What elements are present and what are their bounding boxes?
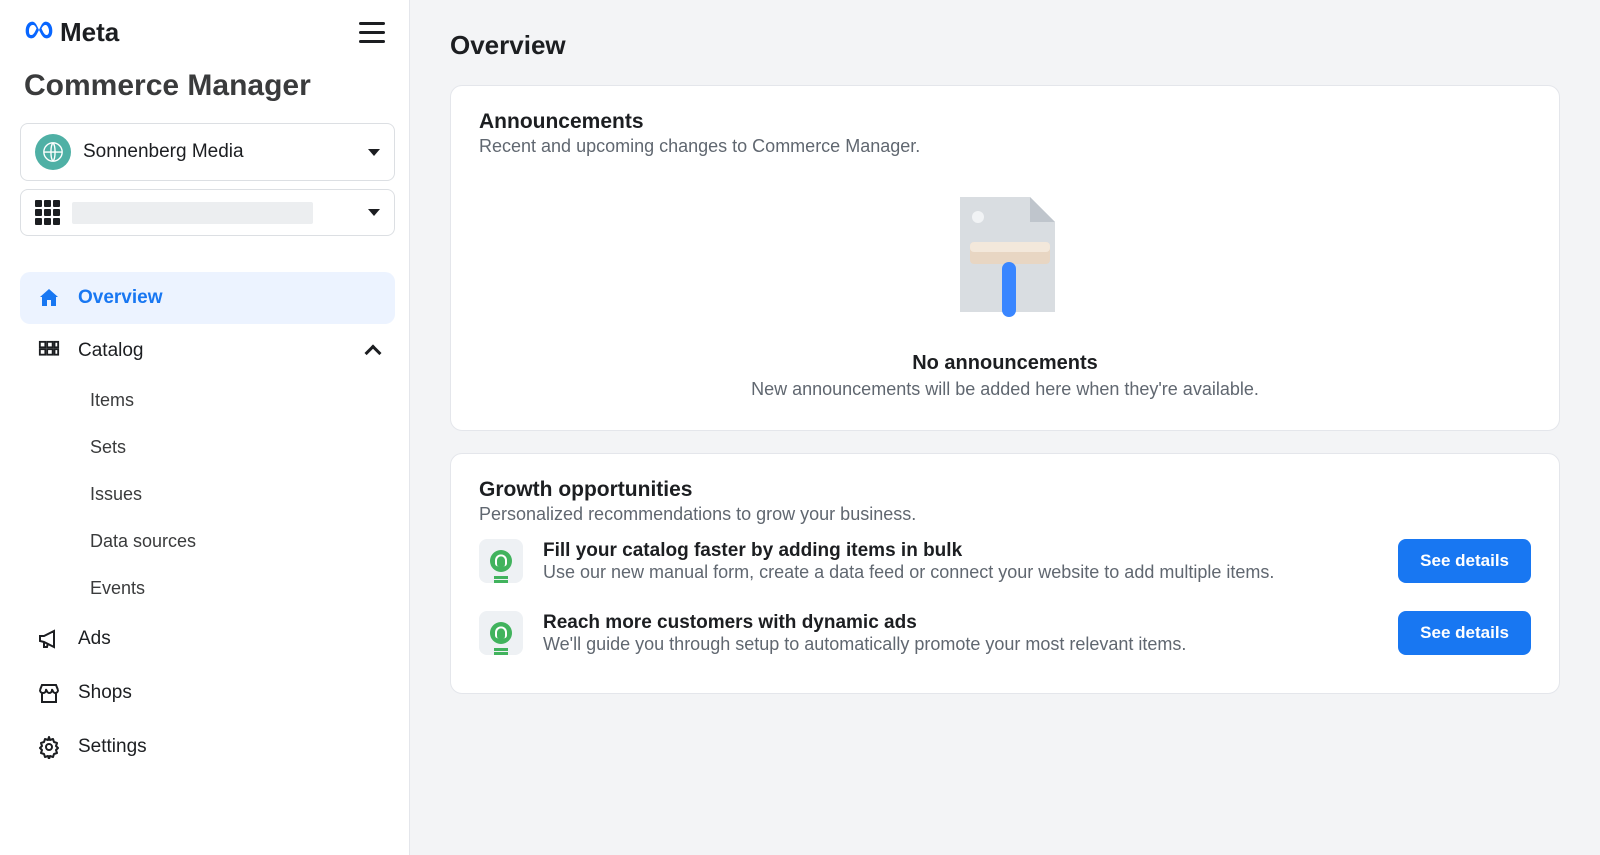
see-details-button[interactable]: See details	[1398, 611, 1531, 655]
nav-item-catalog[interactable]: Catalog	[20, 326, 395, 376]
opportunity-text: Use our new manual form, create a data f…	[543, 562, 1378, 583]
caret-down-icon	[368, 209, 380, 216]
nav-subitem-items[interactable]: Items	[80, 378, 395, 423]
catalog-grid-icon	[36, 340, 62, 362]
meta-logo-icon	[24, 20, 54, 45]
sidebar-header: Meta	[20, 16, 395, 53]
lightbulb-icon	[479, 611, 523, 655]
sidebar: Meta Commerce Manager Sonnenberg Media O…	[0, 0, 410, 855]
business-selector-label: Sonnenberg Media	[83, 141, 356, 163]
empty-announcements-icon	[930, 187, 1080, 332]
empty-text: New announcements will be added here whe…	[751, 379, 1259, 400]
nav-subitem-sets[interactable]: Sets	[80, 425, 395, 470]
growth-title: Growth opportunities	[479, 478, 1531, 502]
sidebar-nav: Overview Catalog Items Sets Issues Data …	[20, 272, 395, 773]
app-title: Commerce Manager	[20, 61, 395, 115]
growth-subtitle: Personalized recommendations to grow you…	[479, 504, 1531, 525]
empty-title: No announcements	[912, 352, 1098, 375]
nav-subitem-data-sources[interactable]: Data sources	[80, 519, 395, 564]
growth-opportunity: Fill your catalog faster by adding items…	[479, 525, 1531, 597]
nav-subitem-events[interactable]: Events	[80, 566, 395, 611]
growth-opportunity: Reach more customers with dynamic ads We…	[479, 597, 1531, 669]
nav-item-ads[interactable]: Ads	[20, 613, 395, 665]
nav-catalog-children: Items Sets Issues Data sources Events	[20, 378, 395, 611]
caret-down-icon	[368, 149, 380, 156]
announcements-card: Announcements Recent and upcoming change…	[450, 85, 1560, 431]
gear-icon	[36, 735, 62, 759]
announcements-title: Announcements	[479, 110, 1531, 134]
opportunity-body: Reach more customers with dynamic ads We…	[543, 612, 1378, 655]
opportunity-body: Fill your catalog faster by adding items…	[543, 540, 1378, 583]
see-details-button[interactable]: See details	[1398, 539, 1531, 583]
business-avatar-icon	[35, 134, 71, 170]
page-title: Overview	[450, 30, 1560, 61]
nav-item-shops[interactable]: Shops	[20, 667, 395, 719]
nav-item-settings[interactable]: Settings	[20, 721, 395, 773]
nav-label: Settings	[78, 736, 147, 758]
announcements-empty-state: No announcements New announcements will …	[479, 157, 1531, 406]
nav-label: Overview	[78, 287, 163, 309]
lightbulb-icon	[479, 539, 523, 583]
megaphone-icon	[36, 627, 62, 651]
chevron-up-icon	[367, 343, 379, 359]
catalog-selector[interactable]	[20, 189, 395, 236]
hamburger-menu-icon[interactable]	[353, 16, 391, 49]
opportunity-text: We'll guide you through setup to automat…	[543, 634, 1378, 655]
nav-label: Ads	[78, 628, 111, 650]
home-icon	[36, 286, 62, 310]
meta-brand[interactable]: Meta	[24, 17, 119, 48]
nav-subitem-issues[interactable]: Issues	[80, 472, 395, 517]
nav-label: Catalog	[78, 340, 144, 362]
nav-label: Shops	[78, 682, 132, 704]
app-grid-icon	[35, 200, 60, 225]
brand-name: Meta	[60, 17, 119, 48]
announcements-subtitle: Recent and upcoming changes to Commerce …	[479, 136, 1531, 157]
opportunity-title: Fill your catalog faster by adding items…	[543, 540, 1378, 562]
nav-item-overview[interactable]: Overview	[20, 272, 395, 324]
storefront-icon	[36, 681, 62, 705]
main-content: Overview Announcements Recent and upcomi…	[410, 0, 1600, 855]
business-selector[interactable]: Sonnenberg Media	[20, 123, 395, 181]
growth-card: Growth opportunities Personalized recomm…	[450, 453, 1560, 694]
opportunity-title: Reach more customers with dynamic ads	[543, 612, 1378, 634]
catalog-selector-placeholder	[72, 202, 356, 224]
